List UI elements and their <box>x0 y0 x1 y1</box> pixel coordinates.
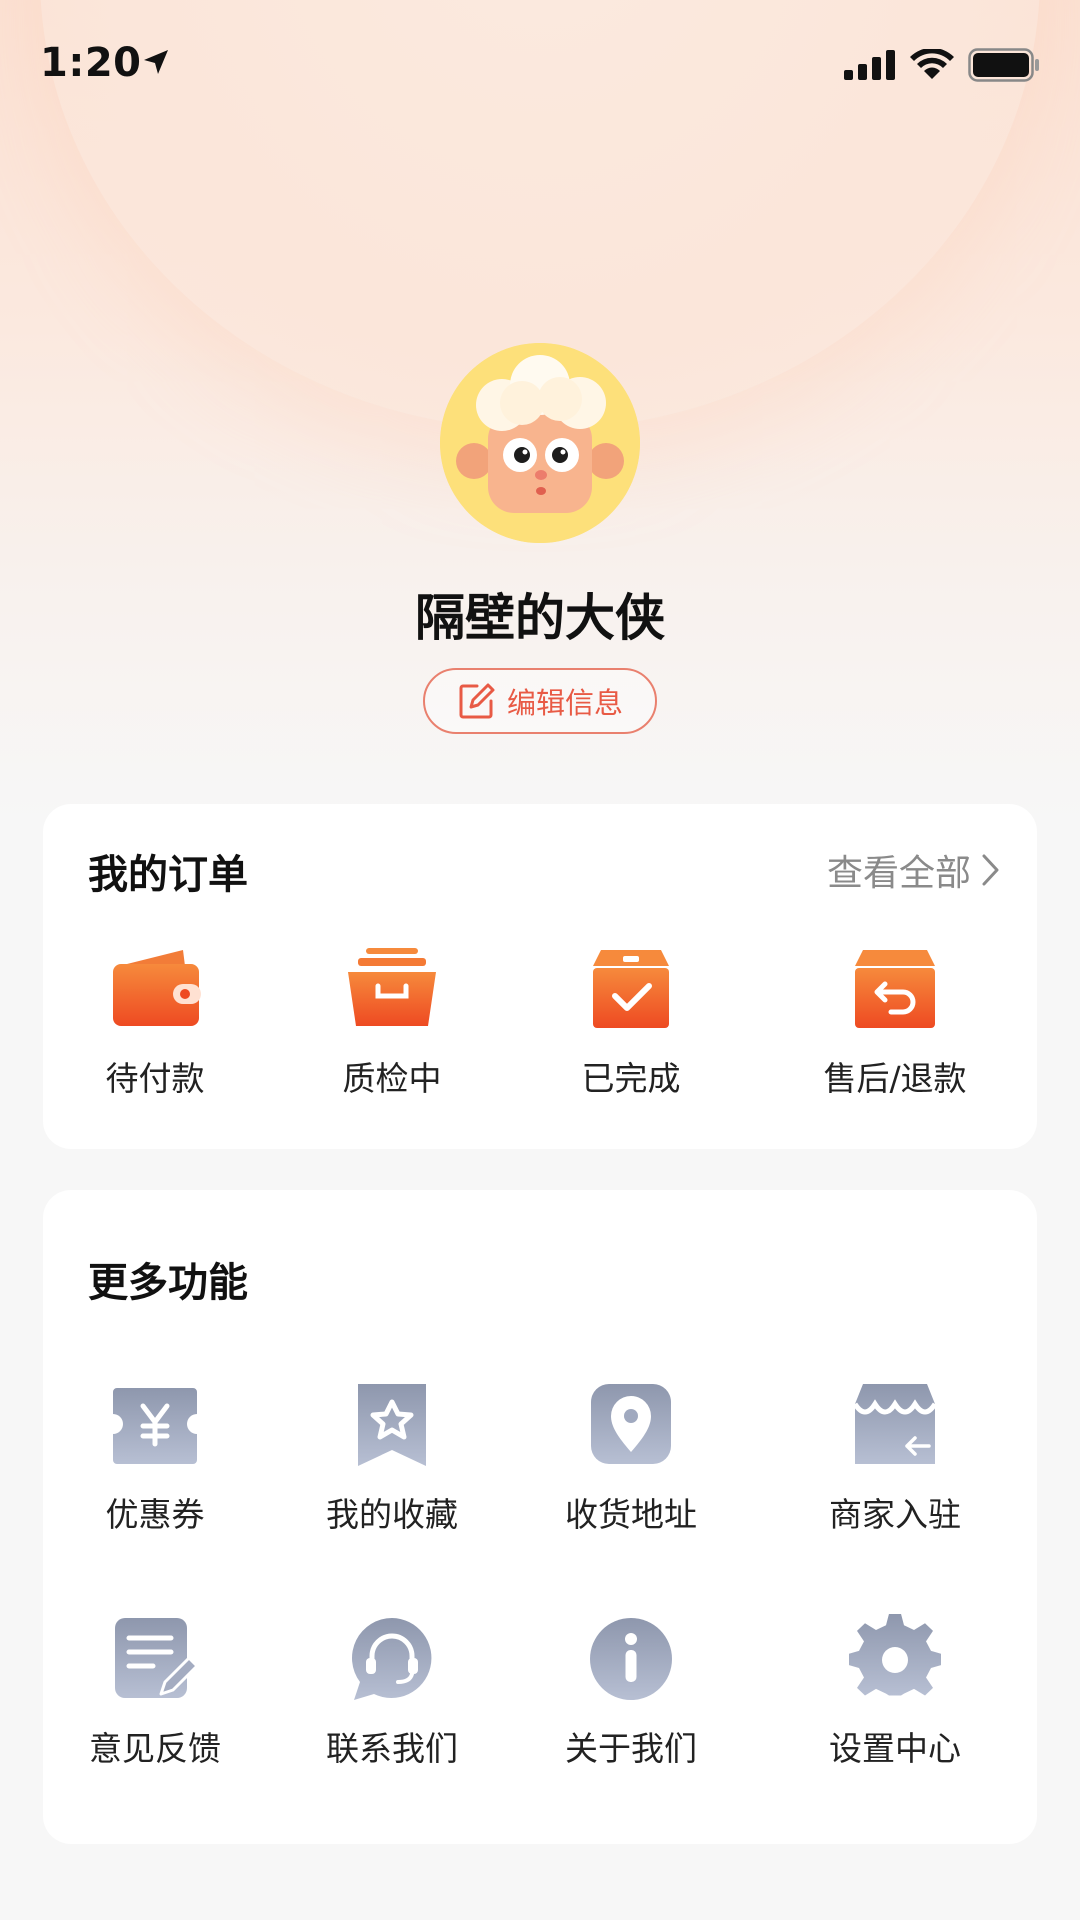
feature-label: 关于我们 <box>565 1729 697 1768</box>
battery-icon <box>968 48 1039 82</box>
completed-box-icon <box>593 950 669 1028</box>
order-inspecting[interactable]: 质检中 <box>292 944 492 1100</box>
order-label: 已完成 <box>581 1059 681 1098</box>
favorites-icon <box>358 1384 426 1466</box>
feature-label: 设置中心 <box>829 1729 961 1768</box>
feature-label: 优惠券 <box>105 1495 205 1534</box>
view-all-orders-link[interactable]: 查看全部 <box>827 844 1001 896</box>
edit-icon <box>459 683 495 719</box>
feedback-item[interactable]: 意见反馈 <box>55 1614 255 1770</box>
chevron-right-icon <box>982 854 999 886</box>
status-indicators <box>844 48 1040 82</box>
feedback-icon <box>115 1618 199 1698</box>
avatar[interactable] <box>440 343 640 543</box>
info-icon <box>590 1618 672 1700</box>
feature-label: 意见反馈 <box>89 1729 221 1768</box>
order-refund[interactable]: 售后/退款 <box>795 944 995 1100</box>
order-pending-payment[interactable]: 待付款 <box>55 944 255 1100</box>
address-item[interactable]: 收货地址 <box>531 1380 731 1536</box>
store-icon <box>852 1384 938 1464</box>
contact-us-item[interactable]: 联系我们 <box>292 1614 492 1770</box>
wifi-icon <box>910 49 954 79</box>
wallet-icon <box>113 950 201 1026</box>
orders-title: 我的订单 <box>88 852 248 898</box>
coupon-icon <box>113 1388 197 1464</box>
feature-label: 联系我们 <box>326 1729 458 1768</box>
location-icon <box>591 1384 671 1464</box>
edit-profile-label: 编辑信息 <box>506 686 623 720</box>
refund-box-icon <box>855 950 935 1028</box>
cellular-signal-icon <box>844 50 895 80</box>
username: 隔壁的大侠 <box>415 589 665 647</box>
more-title: 更多功能 <box>88 1260 248 1306</box>
settings-item[interactable]: 设置中心 <box>795 1614 995 1770</box>
orders-card: 我的订单 查看全部 待付款 质检中 已完成 售后/退款 <box>43 804 1037 1149</box>
order-label: 质检中 <box>342 1059 442 1098</box>
coupon-item[interactable]: 优惠券 <box>55 1380 255 1536</box>
view-all-label: 查看全部 <box>826 853 971 894</box>
profile-screen: 1:20 隔壁的大侠 编辑信息 我的订单 查看全部 待付款 质检中 已完成 售后… <box>0 0 1080 1920</box>
merchant-join-item[interactable]: 商家入驻 <box>795 1380 995 1536</box>
feature-label: 商家入驻 <box>829 1495 961 1534</box>
location-arrow-icon <box>144 50 168 74</box>
settings-gear-icon <box>849 1614 941 1696</box>
customer-service-icon <box>352 1618 432 1700</box>
order-completed[interactable]: 已完成 <box>531 944 731 1100</box>
edit-profile-button[interactable]: 编辑信息 <box>423 668 657 734</box>
feature-label: 我的收藏 <box>326 1495 458 1534</box>
more-features-card: 更多功能 优惠券 我的收藏 收货地址 商家入驻 意见反馈 联系我们 关于我们 设… <box>43 1190 1037 1844</box>
order-label: 售后/退款 <box>823 1059 967 1098</box>
status-time: 1:20 <box>40 40 142 86</box>
feature-label: 收货地址 <box>565 1495 697 1534</box>
favorites-item[interactable]: 我的收藏 <box>292 1380 492 1536</box>
about-us-item[interactable]: 关于我们 <box>531 1614 731 1770</box>
status-bar: 1:20 <box>0 0 1080 130</box>
cartoon-avatar-icon <box>440 343 640 543</box>
inspection-box-icon <box>348 948 436 1026</box>
order-label: 待付款 <box>105 1059 205 1098</box>
